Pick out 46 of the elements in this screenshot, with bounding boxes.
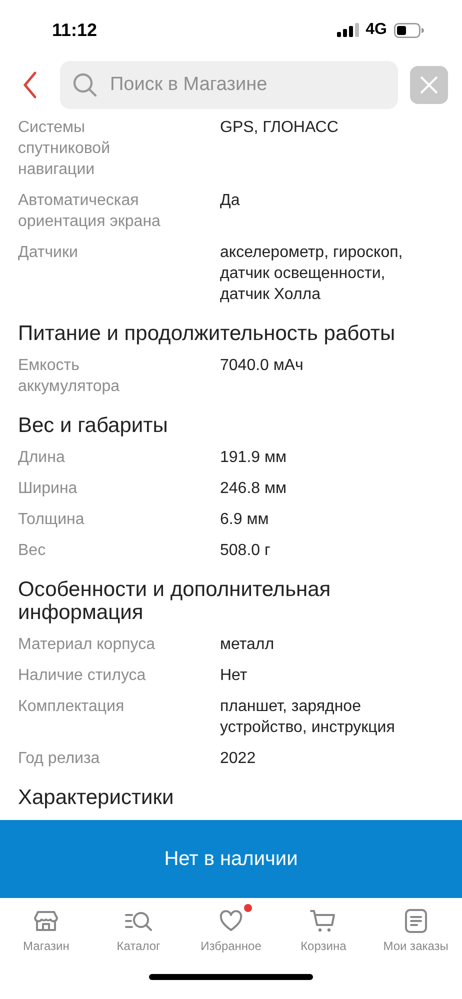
search-field[interactable]: Поиск в Магазине xyxy=(60,61,398,109)
tab-bar-item[interactable]: Мои заказы xyxy=(370,898,462,970)
spec-value: 6.9 мм xyxy=(220,510,270,530)
section-heading: Особенности и дополнительная информация xyxy=(18,578,332,624)
spec-value: 508.0 г xyxy=(220,541,272,561)
tab-bar-item[interactable]: Корзина xyxy=(277,898,370,970)
spec-value: GPS, ГЛОНАСС xyxy=(220,118,340,138)
spec-value: 7040.0 мАч xyxy=(220,356,304,376)
out-of-stock-button[interactable]: Нет в наличии xyxy=(0,820,462,898)
battery-icon xyxy=(394,22,424,38)
status-time: 11:12 xyxy=(52,20,98,40)
spec-label: Датчики xyxy=(18,243,79,263)
spec-label: Комплектация xyxy=(18,697,126,717)
spec-value: Да xyxy=(220,191,241,211)
cart-icon xyxy=(309,908,338,934)
store-icon xyxy=(33,908,60,934)
spec-value: планшет, зарядное устройство, инструкция xyxy=(220,697,396,738)
document-icon xyxy=(404,908,428,934)
spec-label: Системы спутниковой навигации xyxy=(18,118,111,180)
tab-bar-item[interactable]: Магазин xyxy=(0,898,92,970)
spec-value: 2022 xyxy=(220,749,257,769)
spec-value: Нет xyxy=(220,666,248,686)
spec-value: акселерометр, гироскоп, датчик освещенности, датчик Холла xyxy=(220,243,404,305)
spec-label: Автоматическая ориентация экрана xyxy=(18,191,162,232)
back-chevron-icon xyxy=(22,71,38,99)
tab-bar-item[interactable]: Каталог xyxy=(92,898,185,970)
network-label: 4G xyxy=(366,21,387,39)
spec-label: Ширина xyxy=(18,479,78,499)
spec-label: Наличие стилуса xyxy=(18,666,147,686)
spec-label: Год релиза xyxy=(18,749,101,769)
spec-value: 246.8 мм xyxy=(220,479,288,499)
close-icon xyxy=(419,75,439,95)
section-heading: Характеристики xyxy=(18,786,175,809)
tab-bar-item[interactable]: Избранное xyxy=(184,898,278,970)
section-heading: Питание и продолжительность работы xyxy=(18,322,396,345)
spec-label: Длина xyxy=(18,448,66,468)
signal-icon xyxy=(336,23,359,37)
spec-label: Толщина xyxy=(18,510,86,530)
spec-value: 191.9 мм xyxy=(220,448,288,468)
heart-icon xyxy=(218,908,244,934)
section-heading: Вес и габариты xyxy=(18,414,169,437)
search-icon xyxy=(72,72,98,98)
spec-label: Материал корпуса xyxy=(18,635,156,655)
spec-label: Вес xyxy=(18,541,47,561)
spec-value: металл xyxy=(220,635,276,655)
spec-label: Емкость аккумулятора xyxy=(18,356,121,397)
